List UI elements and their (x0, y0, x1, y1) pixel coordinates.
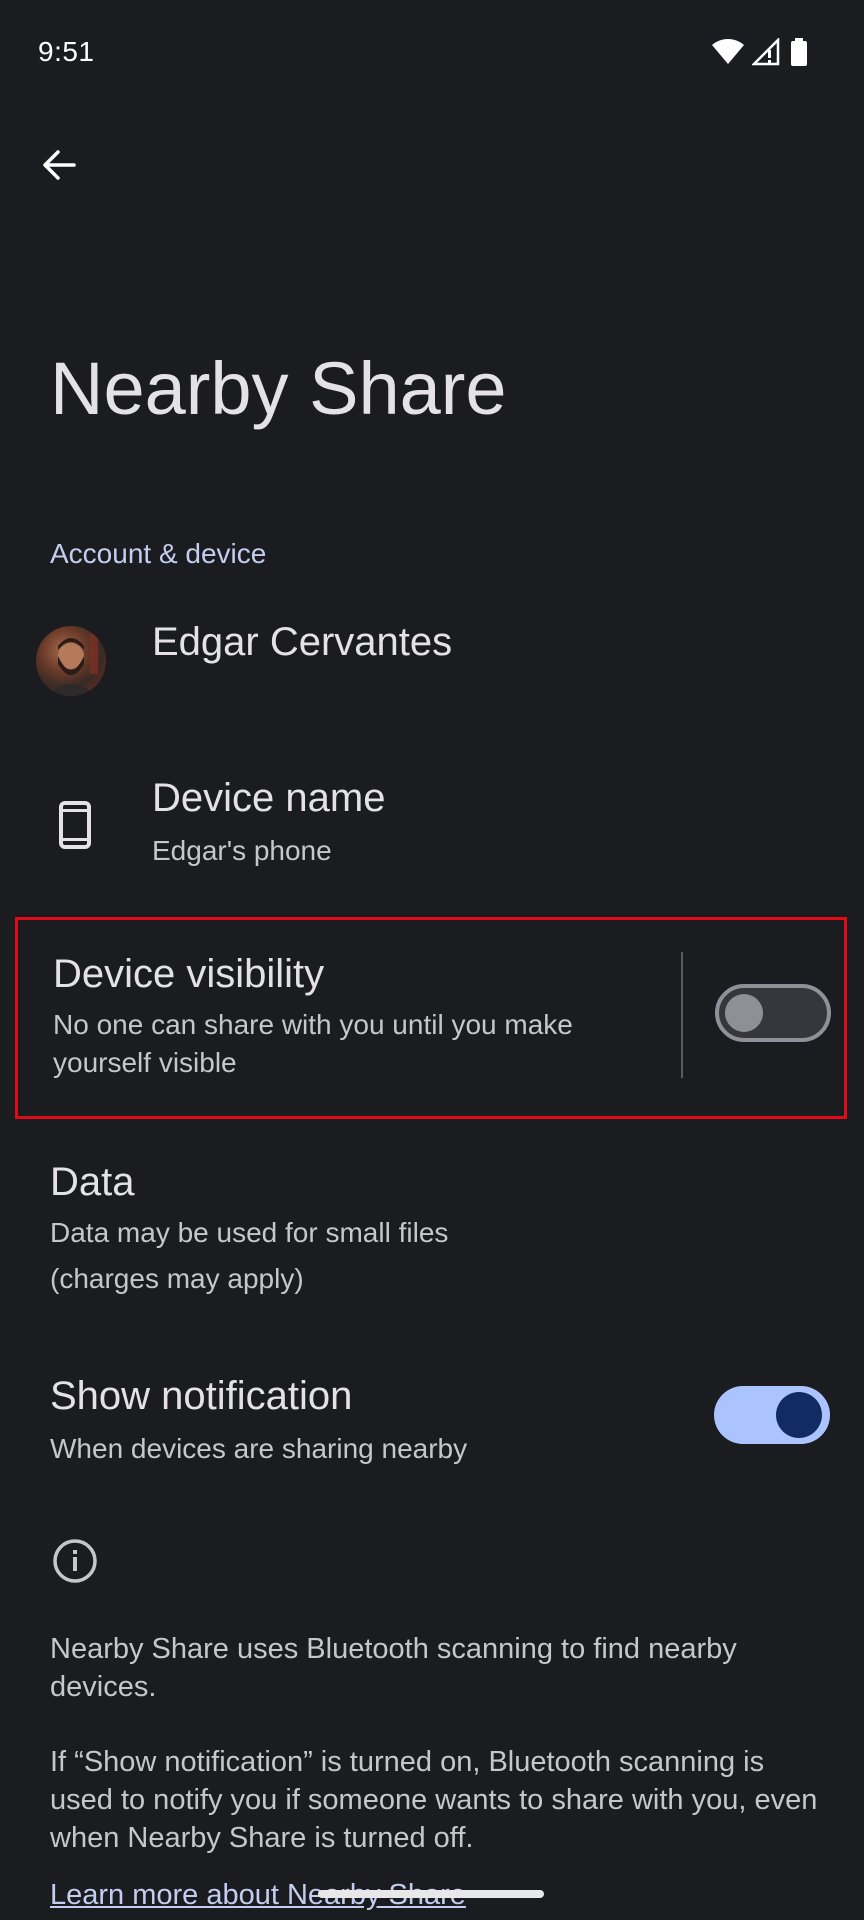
device-name-title: Device name (152, 776, 386, 820)
data-subtitle-line1: Data may be used for small files (50, 1217, 449, 1248)
account-row[interactable]: Edgar Cervantes (0, 610, 864, 720)
data-subtitle-line2: (charges may apply) (50, 1263, 304, 1294)
device-visibility-row[interactable]: Device visibility No one can share with … (15, 917, 847, 1119)
status-bar: 9:51 (0, 0, 864, 110)
cellular-signal-icon (750, 36, 782, 71)
show-notification-toggle[interactable] (714, 1386, 830, 1444)
vertical-divider (681, 952, 683, 1078)
device-visibility-text: Device visibility No one can share with … (53, 950, 673, 1082)
data-row[interactable]: Data Data may be used for small files (c… (50, 1158, 750, 1298)
device-name-text: Device name Edgar's phone (152, 774, 385, 870)
account-name: Edgar Cervantes (152, 620, 453, 664)
device-name-value: Edgar's phone (152, 835, 332, 866)
arrow-back-icon (41, 147, 77, 188)
device-name-row[interactable]: Device name Edgar's phone (0, 764, 864, 894)
device-visibility-title: Device visibility (53, 952, 325, 996)
info-icon (52, 1538, 98, 1589)
status-time: 9:51 (38, 36, 95, 67)
status-icons (712, 36, 808, 71)
footer-paragraph-2: If “Show notification” is turned on, Blu… (50, 1746, 818, 1854)
gesture-nav-bar[interactable] (318, 1890, 544, 1898)
device-visibility-toggle[interactable] (715, 984, 831, 1042)
toggle-knob (776, 1392, 822, 1438)
back-button[interactable] (30, 138, 88, 196)
section-header-account: Account & device (50, 538, 267, 569)
show-notification-subtitle: When devices are sharing nearby (50, 1433, 468, 1464)
toggle-knob (725, 994, 763, 1032)
phone-icon (58, 800, 92, 855)
show-notification-row[interactable]: Show notification When devices are shari… (0, 1368, 864, 1478)
footer-paragraph-1: Nearby Share uses Bluetooth scanning to … (50, 1633, 737, 1703)
show-notification-title: Show notification (50, 1374, 353, 1418)
show-notification-text: Show notification When devices are shari… (50, 1372, 467, 1468)
page-title: Nearby Share (50, 347, 507, 430)
avatar (36, 626, 106, 696)
data-title: Data (50, 1160, 135, 1204)
battery-icon (790, 38, 808, 71)
wifi-icon (712, 39, 744, 70)
device-visibility-subtitle: No one can share with you until you make… (53, 1009, 573, 1078)
